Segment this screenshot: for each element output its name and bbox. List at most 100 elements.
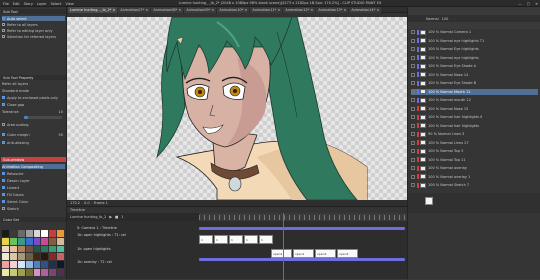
eye-icon[interactable] (411, 98, 415, 102)
layer-row[interactable]: 100 % Normal eye highlights T1 (411, 38, 538, 44)
tree-check-icon[interactable] (2, 207, 5, 210)
color-swatch[interactable] (17, 253, 25, 261)
layer-row[interactable]: 100 % Normal overlay 1 (411, 174, 538, 180)
layer-row[interactable]: 100 % Normal hair highlights (411, 123, 538, 129)
tree-check-icon[interactable] (2, 193, 5, 196)
eye-icon[interactable] (411, 38, 415, 43)
color-swatch[interactable] (9, 230, 17, 237)
tree-item-compositing[interactable]: Animation Compositing (2, 164, 65, 169)
close-gap-checkbox[interactable] (2, 103, 5, 106)
minimize-icon[interactable]: — (518, 2, 522, 6)
eye-icon[interactable] (411, 47, 415, 51)
color-swatch[interactable] (17, 230, 25, 237)
eye-icon[interactable] (411, 132, 415, 136)
layer-row[interactable]: 100 % Normal Mouth 12 (411, 88, 538, 95)
timeline-cel[interactable]: 1 (214, 235, 228, 244)
drawing-canvas[interactable] (67, 17, 407, 200)
eye-icon[interactable] (411, 81, 415, 85)
color-swatch[interactable] (41, 245, 49, 253)
color-swatch[interactable] (49, 261, 57, 269)
menu-layer[interactable]: Layer (37, 2, 47, 6)
layer-row[interactable]: 100 % Normal Eye highlights (411, 46, 538, 52)
tab-close-icon[interactable]: × (112, 8, 115, 12)
color-swatch[interactable] (17, 269, 25, 276)
layer-row[interactable]: 100 % Normal Lines 27 (411, 140, 538, 146)
color-swatch[interactable] (25, 245, 33, 253)
tree-item-sketch[interactable]: Sketch (2, 206, 65, 211)
tab-close-icon[interactable]: × (277, 8, 280, 12)
eye-icon[interactable] (411, 64, 415, 68)
color-swatch[interactable] (17, 237, 25, 245)
menu-edit[interactable]: Edit (13, 2, 20, 6)
timeline-cel[interactable]: 1 (244, 235, 258, 244)
color-swatch[interactable] (9, 237, 17, 245)
layer-row[interactable]: 100 % Normal Eye Shade A (411, 63, 538, 69)
timeline-cel[interactable]: open3 (337, 249, 358, 258)
tree-check-icon[interactable] (2, 186, 5, 189)
color-swatch[interactable] (57, 269, 64, 276)
rotation-value[interactable]: 0.0 (84, 201, 90, 205)
layer-row[interactable]: 100 % Normal Sketch 7 (411, 182, 538, 188)
color-swatch[interactable] (41, 237, 49, 245)
layer-row[interactable]: 100 % Normal hair highlights 6 (411, 114, 538, 120)
tolerance-slider[interactable] (24, 116, 62, 119)
layer-row[interactable]: 100 % Normal Camera 1 (411, 29, 538, 35)
layer-row[interactable]: 100 % Normal Top 11 (411, 157, 538, 163)
eye-icon[interactable] (411, 115, 415, 119)
eye-icon[interactable] (411, 157, 415, 162)
anti-aliasing-checkbox[interactable] (2, 141, 5, 144)
layer-row[interactable]: 100 % Normal Eye Shade B (411, 80, 538, 86)
color-swatch[interactable] (33, 269, 41, 276)
color-swatch[interactable] (33, 245, 41, 253)
color-swatch[interactable] (49, 269, 57, 276)
color-swatch[interactable] (2, 253, 9, 261)
timeline-cel[interactable]: 1 (259, 235, 273, 244)
color-swatch[interactable] (9, 261, 17, 269)
menu-file[interactable]: File (3, 2, 9, 6)
eye-icon[interactable] (411, 106, 415, 111)
tree-check-icon[interactable] (2, 172, 5, 175)
tree-check-icon[interactable] (2, 179, 5, 182)
color-swatch[interactable] (9, 269, 17, 276)
subtool-refer-editing[interactable]: Refer to editing layer only (2, 28, 65, 33)
color-swatch[interactable] (2, 237, 9, 245)
playhead-marker[interactable] (283, 213, 284, 280)
color-swatch[interactable] (57, 253, 64, 261)
eye-icon[interactable] (411, 123, 415, 128)
tree-item-retouche[interactable]: Retouche (2, 171, 65, 176)
blend-mode[interactable]: Normal (426, 17, 439, 21)
eye-icon[interactable] (411, 55, 415, 60)
color-swatch[interactable] (2, 230, 9, 237)
tab-close-icon[interactable]: × (211, 8, 214, 12)
fill-close-gap[interactable]: Close gap (2, 102, 65, 107)
tree-item-fill[interactable]: Fill Colors (2, 192, 65, 197)
color-swatch[interactable] (41, 261, 49, 269)
color-margin-checkbox[interactable] (2, 133, 5, 136)
color-swatch[interactable] (25, 237, 33, 245)
eye-icon[interactable] (411, 166, 415, 170)
zoom-value[interactable]: 170.2 (70, 201, 80, 205)
tab-close-icon[interactable]: × (310, 8, 313, 12)
eye-icon[interactable] (411, 174, 415, 179)
close-icon[interactable]: ✕ (535, 2, 538, 6)
timeline-cel[interactable]: 1 (229, 235, 243, 244)
color-swatch[interactable] (33, 261, 41, 269)
color-swatch[interactable] (33, 237, 41, 245)
color-swatch[interactable] (41, 253, 49, 261)
color-swatch[interactable] (49, 237, 57, 245)
color-swatch[interactable] (17, 245, 25, 253)
layer-row[interactable]: 100 % Normal Nose 14 (411, 72, 538, 78)
color-swatch[interactable] (49, 230, 57, 237)
color-swatch[interactable] (33, 253, 41, 261)
color-swatch[interactable] (57, 237, 64, 245)
enclosed-checkbox[interactable] (2, 96, 5, 99)
tree-item-dessin[interactable]: Dessin Layer (2, 178, 65, 183)
fill-area-scaling[interactable]: Area scaling (2, 122, 65, 127)
color-swatch[interactable] (41, 230, 49, 237)
timeline-cel[interactable]: open2 (315, 249, 336, 258)
tab-close-icon[interactable]: × (244, 8, 247, 12)
layer-row[interactable]: 100 % Normal overlay (411, 165, 538, 171)
color-swatch[interactable] (49, 245, 57, 253)
color-swatch[interactable] (57, 261, 64, 269)
color-swatch[interactable] (2, 269, 9, 276)
